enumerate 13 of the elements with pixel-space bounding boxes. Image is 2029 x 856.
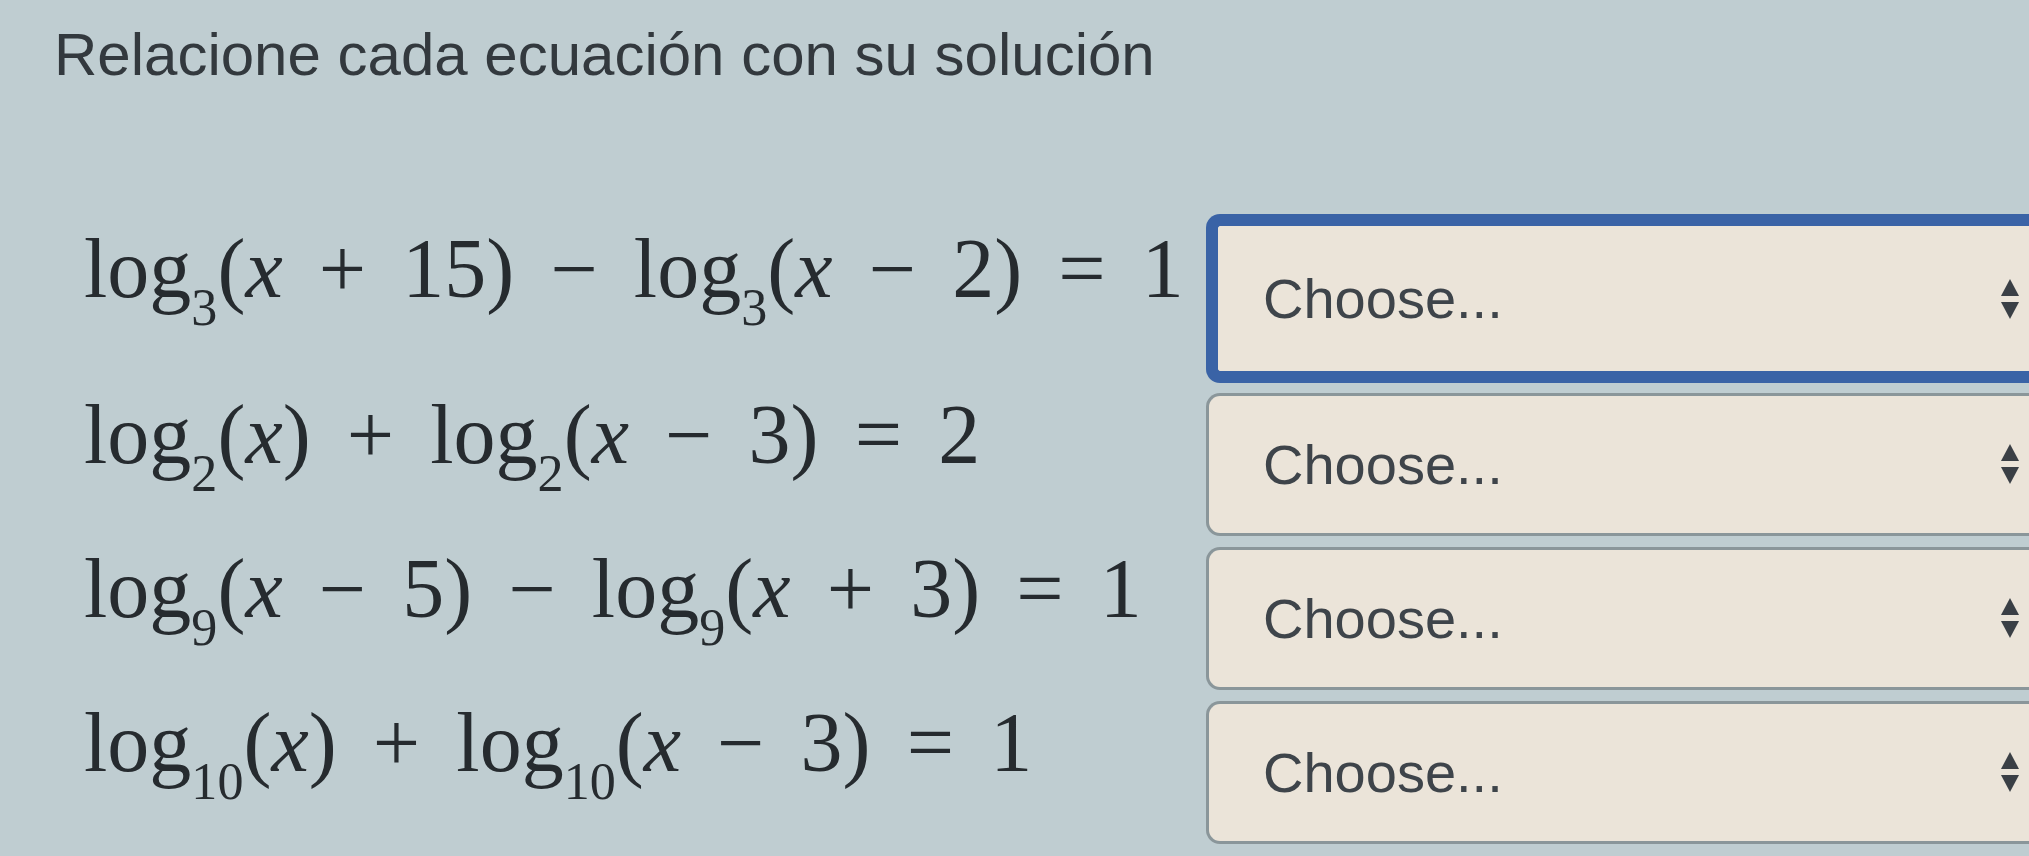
sort-arrows-icon	[2001, 278, 2019, 319]
equation-text: log$_{2}$(x) + log$_{2}$(x − 3) = 2	[84, 391, 981, 494]
answer-dropdown[interactable]: Choose...	[1206, 700, 2029, 844]
equation-text: log$_{10}$(x) + log$_{10}$(x − 3) = 1	[84, 699, 1033, 802]
instruction-text: Relacione cada ecuación con su solución	[54, 20, 1155, 90]
sort-arrows-icon	[2001, 598, 2019, 639]
answer-dropdown[interactable]: Choose...	[1206, 546, 2029, 690]
equation-text: log$_{3}$(x + 15) − log$_{3}$(x − 2) = 1	[84, 225, 1184, 328]
sort-arrows-icon	[2001, 752, 2019, 793]
answer-dropdown[interactable]: Choose...	[1206, 214, 2029, 383]
answer-dropdown[interactable]: Choose...	[1206, 392, 2029, 536]
sort-arrows-icon	[2001, 444, 2019, 485]
equation-text: log$_{9}$(x − 5) − log$_{9}$(x + 3) = 1	[84, 545, 1142, 648]
